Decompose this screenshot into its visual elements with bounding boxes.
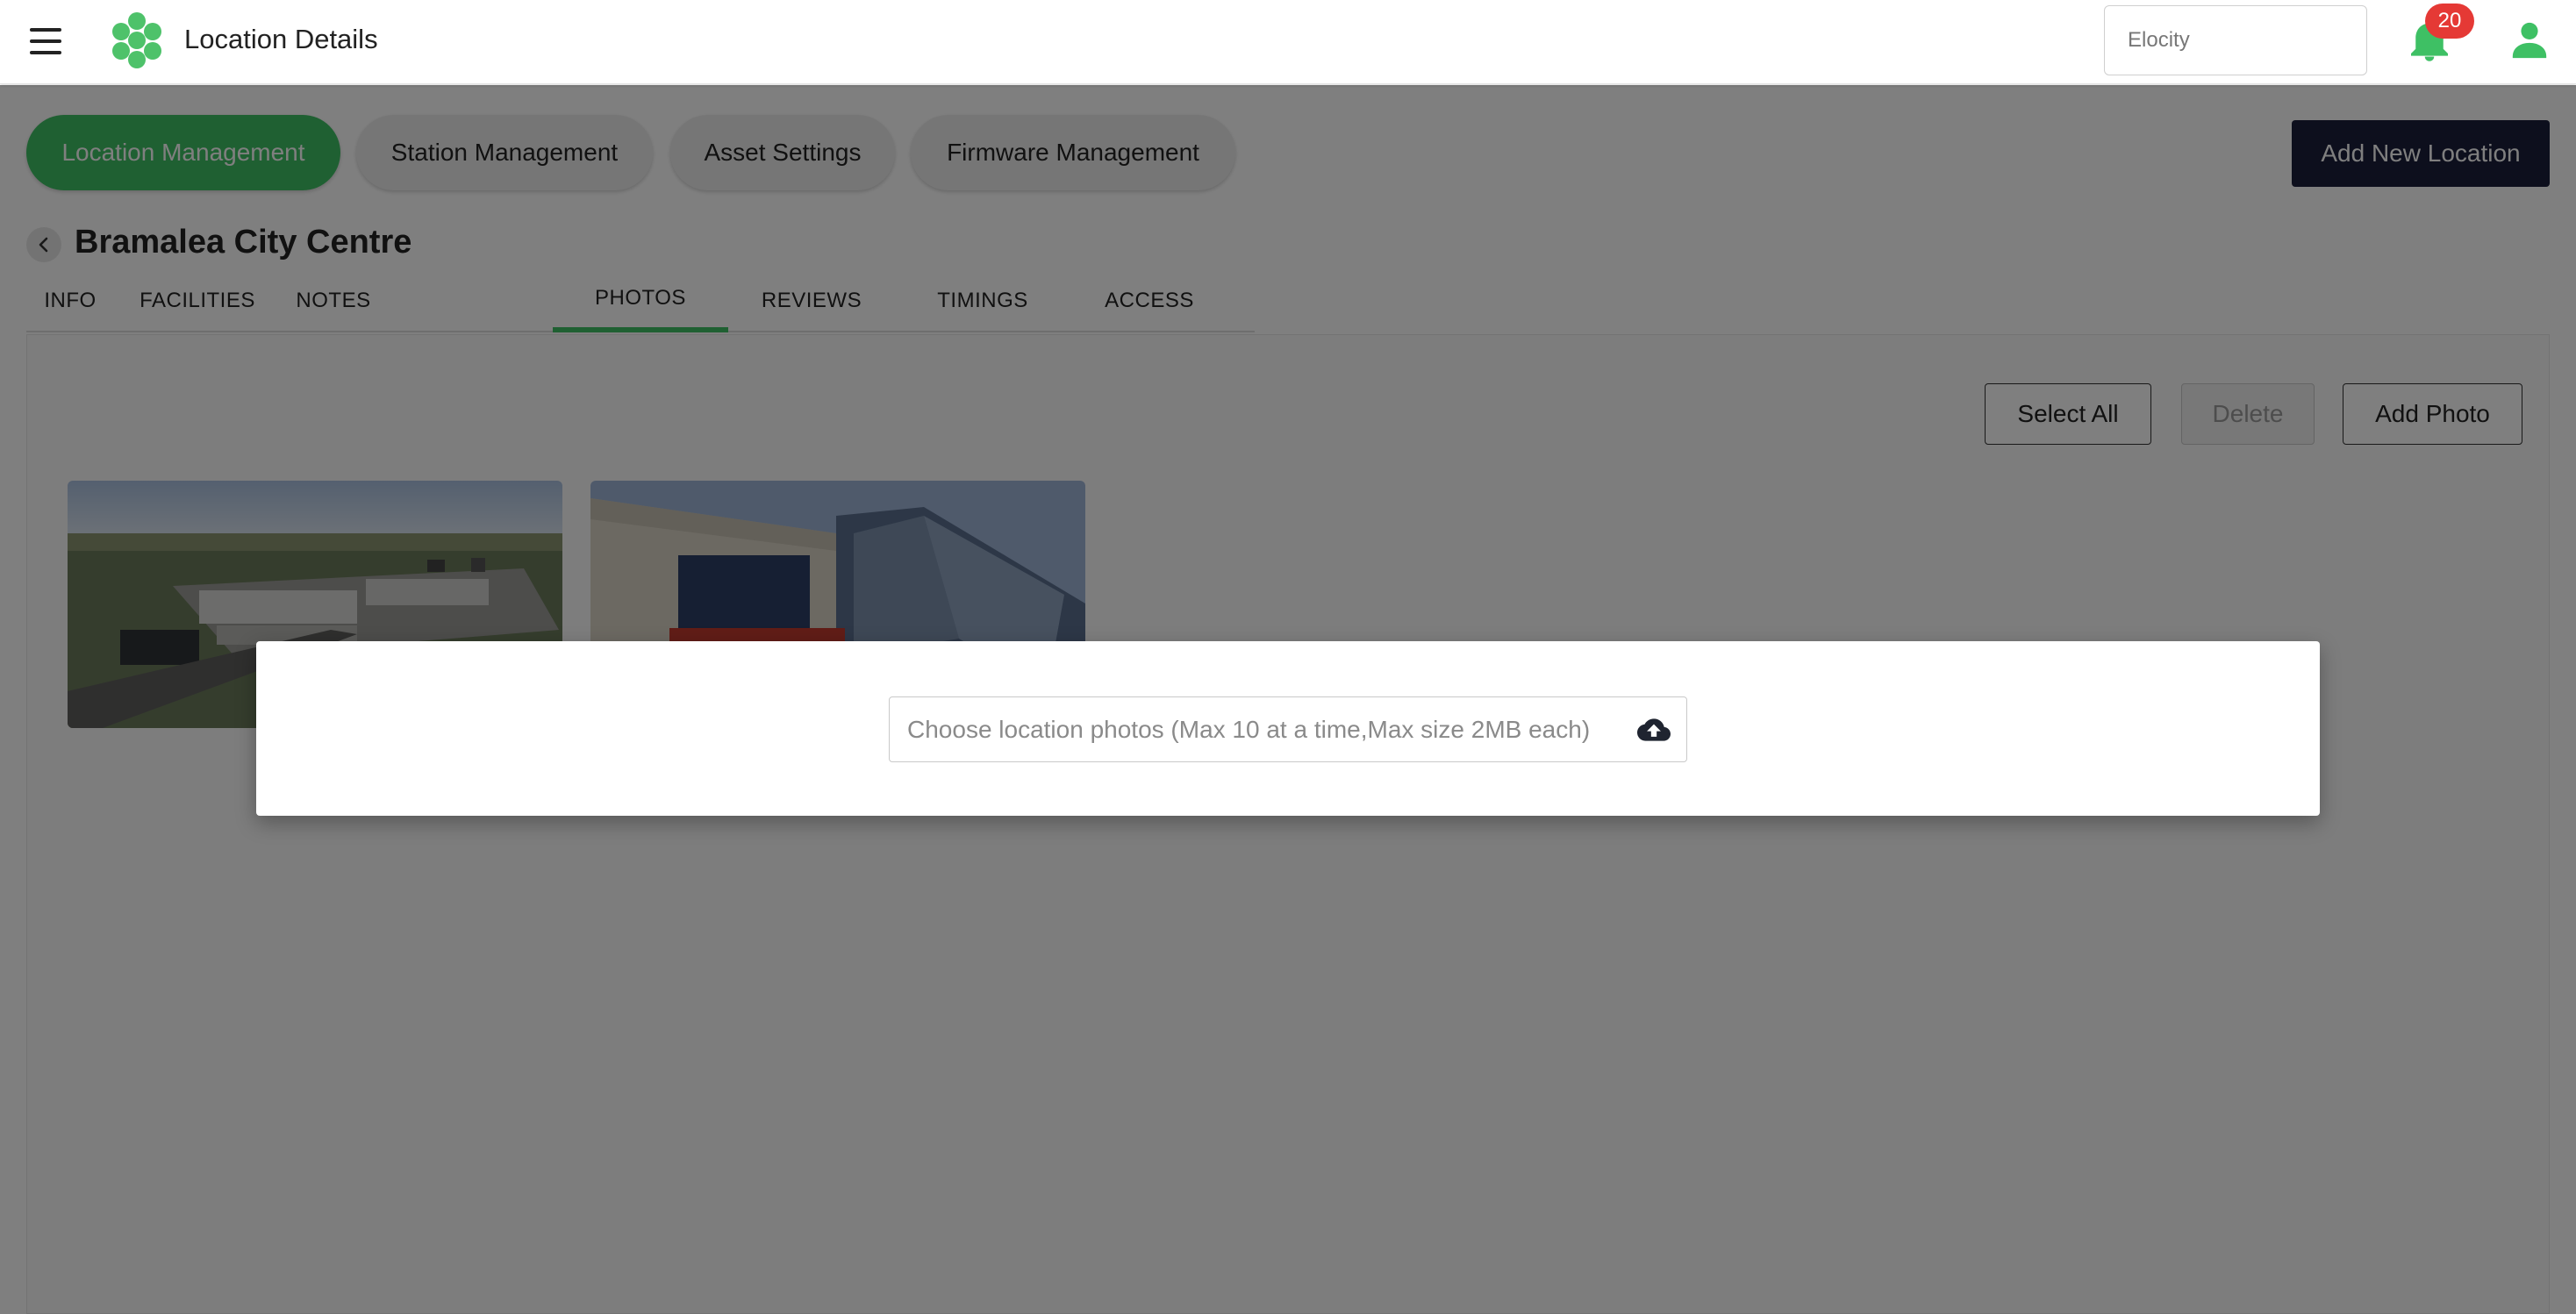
hexagon-logo-icon [112,12,161,68]
app-header: Location Details Elocity 20 [0,0,2576,84]
notification-badge: 20 [2425,4,2474,39]
organization-select[interactable]: Elocity [2104,5,2367,75]
hamburger-menu-icon[interactable] [26,25,68,60]
upload-photos-dialog: Choose location photos (Max 10 at a time… [256,641,2320,816]
cloud-upload-icon[interactable] [1637,715,1671,745]
file-input-placeholder: Choose location photos (Max 10 at a time… [907,715,1591,743]
choose-photos-input[interactable]: Choose location photos (Max 10 at a time… [889,696,1687,762]
page-title: Location Details [184,24,378,54]
user-icon[interactable] [2509,19,2550,60]
